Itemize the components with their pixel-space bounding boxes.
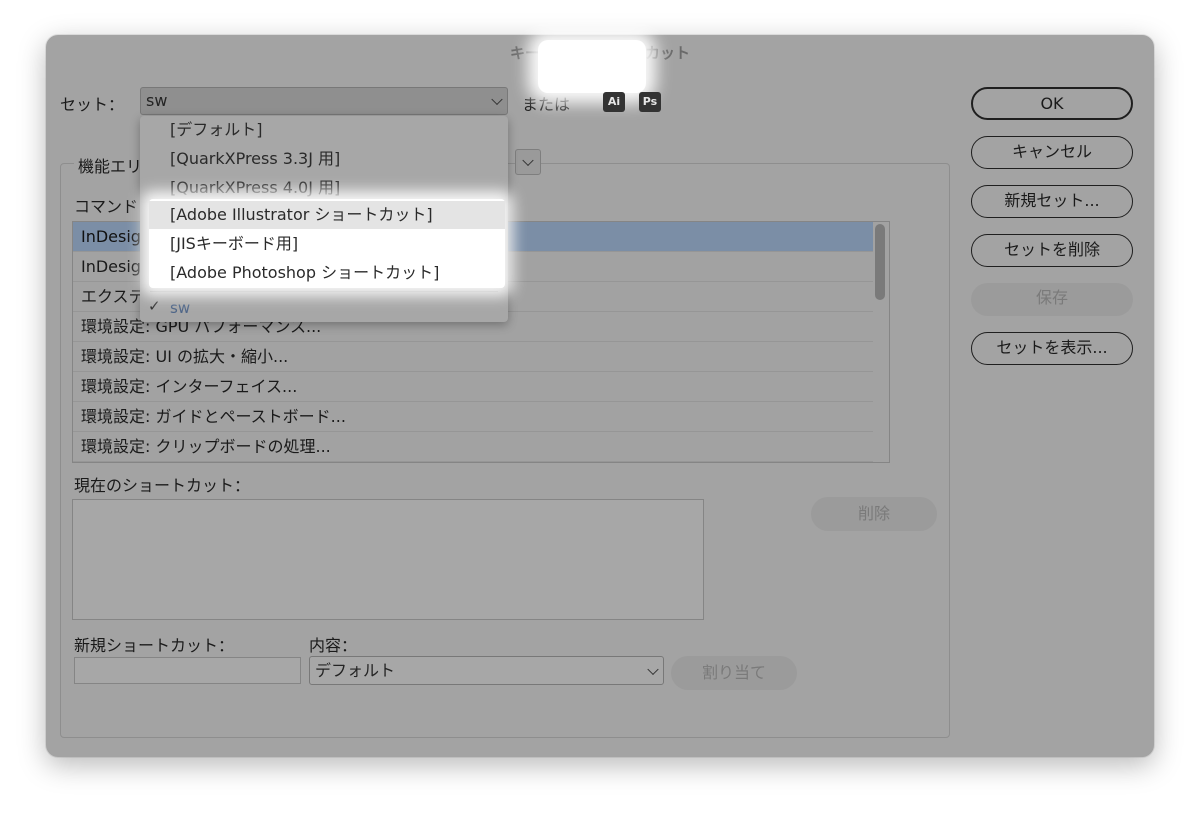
current-shortcuts-label: 現在のショートカット：	[74, 476, 251, 495]
menu-item-quark-33j[interactable]: [QuarkXPress 3.3J 用]	[170, 145, 340, 173]
commands-label: コマンド	[74, 197, 139, 216]
delete-shortcut-button[interactable]: 削除	[811, 497, 937, 531]
current-shortcuts-list[interactable]	[72, 499, 704, 620]
chevron-down-icon	[491, 93, 503, 106]
save-button[interactable]: 保存	[971, 283, 1133, 316]
list-item[interactable]: 環境設定: インターフェイス...	[73, 372, 873, 402]
show-set-button[interactable]: セットを表示...	[971, 332, 1133, 365]
menu-item-sw[interactable]: sw	[170, 298, 190, 318]
ai-icon[interactable]: Ai	[603, 92, 625, 112]
cancel-button[interactable]: キャンセル	[971, 136, 1133, 169]
set-select-value: sw	[146, 91, 168, 110]
menu-item-jis[interactable]: [JISキーボード用]	[170, 230, 298, 258]
app-icons-highlight	[538, 40, 646, 93]
commands-scrollbar[interactable]	[872, 221, 888, 463]
list-item[interactable]: 環境設定: ガイドとペーストボード...	[73, 402, 873, 432]
or-label: または	[522, 95, 571, 114]
assign-button[interactable]: 割り当て	[671, 656, 797, 690]
context-select[interactable]: デフォルト	[309, 656, 664, 685]
ps-icon[interactable]: Ps	[639, 92, 661, 112]
menu-item-default[interactable]: [デフォルト]	[170, 116, 263, 144]
product-area-label: 機能エリ	[74, 153, 149, 177]
menu-item-photoshop[interactable]: [Adobe Photoshop ショートカット]	[170, 259, 439, 287]
checkmark-icon: ✓	[148, 297, 161, 315]
menu-separator	[150, 291, 498, 292]
delete-set-button[interactable]: セットを削除	[971, 234, 1133, 267]
list-item[interactable]: 環境設定: クリップボードの処理...	[73, 432, 873, 462]
new-shortcut-input[interactable]	[74, 657, 301, 684]
context-label: 内容：	[309, 636, 358, 655]
set-label: セット：	[60, 95, 125, 114]
new-set-button[interactable]: 新規セット...	[971, 185, 1133, 218]
chevron-down-icon	[522, 154, 534, 167]
list-item[interactable]: 環境設定: UI の拡大・縮小...	[73, 342, 873, 372]
product-area-select[interactable]	[515, 149, 541, 175]
dropdown-highlight: [Adobe Illustrator ショートカット] [JISキーボード用] …	[149, 199, 505, 288]
context-select-value: デフォルト	[315, 661, 396, 680]
menu-item-quark-40j[interactable]: [QuarkXPress 4.0J 用]	[170, 174, 340, 202]
set-select[interactable]: sw	[140, 87, 508, 115]
new-shortcut-label: 新規ショートカット：	[74, 636, 235, 655]
ok-button[interactable]: OK	[971, 87, 1133, 120]
scrollbar-thumb[interactable]	[875, 224, 885, 300]
chevron-down-icon	[647, 663, 659, 675]
menu-item-illustrator[interactable]: [Adobe Illustrator ショートカット]	[170, 201, 433, 229]
